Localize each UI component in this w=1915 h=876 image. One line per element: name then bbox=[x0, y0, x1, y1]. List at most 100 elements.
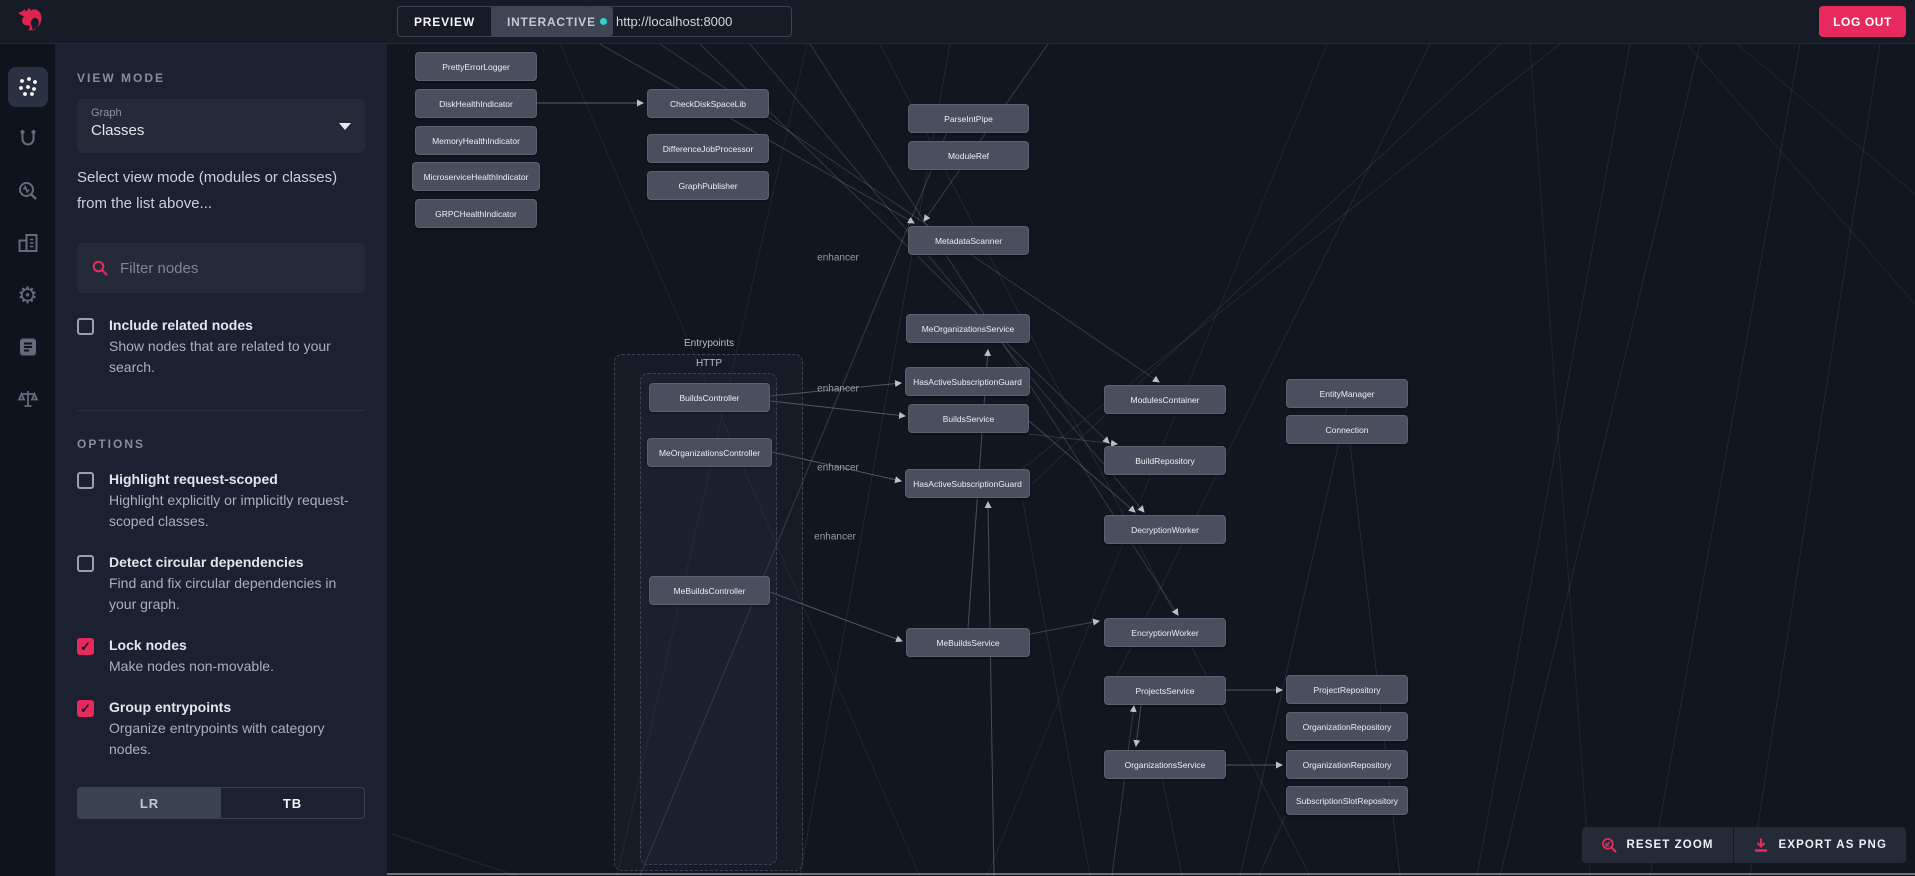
option-desc: Find and fix circular dependencies in yo… bbox=[109, 575, 337, 612]
search-insights-icon bbox=[18, 182, 37, 200]
graph-node[interactable]: GRPCHealthIndicator bbox=[415, 199, 537, 228]
options-heading: OPTIONS bbox=[77, 437, 146, 451]
graph-node[interactable]: MeBuildsService bbox=[906, 628, 1030, 657]
edge-label-enhancer: enhancer bbox=[817, 252, 859, 264]
graph-node[interactable]: ParseIntPipe bbox=[908, 104, 1029, 133]
graph-node[interactable]: ProjectsService bbox=[1104, 676, 1226, 705]
option-desc: Make nodes non-movable. bbox=[109, 658, 274, 674]
rail-item-routes[interactable] bbox=[8, 119, 48, 159]
include-related-title: Include related nodes bbox=[109, 317, 253, 333]
graph-node[interactable]: DifferenceJobProcessor bbox=[647, 134, 769, 163]
graph-node[interactable]: BuildRepository bbox=[1104, 446, 1226, 475]
graph-node[interactable]: GraphPublisher bbox=[647, 171, 769, 200]
edge-label-enhancer: enhancer bbox=[817, 462, 859, 474]
lock-nodes-checkbox[interactable]: ✓ bbox=[77, 638, 94, 655]
icon-rail: ⚙ bbox=[0, 44, 55, 876]
filter-nodes-box bbox=[77, 243, 365, 293]
graph-node[interactable]: BuildsController bbox=[649, 383, 770, 412]
filter-nodes-input[interactable] bbox=[120, 259, 350, 277]
graph-node[interactable]: PrettyErrorLogger bbox=[415, 52, 537, 81]
include-related-desc: Show nodes that are related to your sear… bbox=[109, 338, 331, 375]
export-png-label: EXPORT AS PNG bbox=[1778, 839, 1887, 851]
graph-node[interactable]: SubscriptionSlotRepository bbox=[1286, 786, 1408, 815]
canvas-baseline bbox=[387, 873, 1915, 875]
graph-node[interactable]: ProjectRepository bbox=[1286, 675, 1408, 704]
edge-label-enhancer: enhancer bbox=[817, 383, 859, 395]
graph-node[interactable]: DecryptionWorker bbox=[1104, 515, 1226, 544]
canvas-actions: RESET ZOOM EXPORT AS PNG bbox=[1581, 827, 1906, 863]
detect-circular-checkbox[interactable] bbox=[77, 555, 94, 572]
notes-icon bbox=[19, 338, 36, 356]
option-detect-circular: Detect circular dependencies Find and fi… bbox=[77, 552, 365, 615]
reset-zoom-label: RESET ZOOM bbox=[1626, 839, 1714, 851]
rail-item-settings[interactable]: ⚙ bbox=[8, 275, 48, 315]
option-desc: Organize entrypoints with category nodes… bbox=[109, 720, 325, 757]
graph-node[interactable]: DiskHealthIndicator bbox=[415, 89, 537, 118]
option-lock-nodes: ✓ Lock nodes Make nodes non-movable. bbox=[77, 635, 365, 677]
option-title: Lock nodes bbox=[109, 637, 187, 653]
graph-node[interactable]: HasActiveSubscriptionGuard bbox=[905, 367, 1030, 396]
view-mode-heading: VIEW MODE bbox=[77, 71, 166, 85]
option-title: Highlight request-scoped bbox=[109, 471, 278, 487]
url-display[interactable]: http://localhost:8000 bbox=[587, 6, 792, 37]
include-related-row: Include related nodes Show nodes that ar… bbox=[77, 315, 365, 378]
graph-node[interactable]: Connection bbox=[1286, 415, 1408, 444]
graph-view-icon bbox=[18, 77, 37, 96]
tab-preview[interactable]: PREVIEW bbox=[398, 7, 491, 36]
download-icon bbox=[1754, 838, 1767, 852]
graph-node[interactable]: ModuleRef bbox=[908, 141, 1029, 170]
graph-node[interactable]: MetadataScanner bbox=[908, 226, 1029, 255]
export-png-button[interactable]: EXPORT AS PNG bbox=[1732, 827, 1906, 863]
sidebar: VIEW MODE Graph Classes Select view mode… bbox=[55, 44, 387, 876]
graph-node[interactable]: EntityManager bbox=[1286, 379, 1408, 408]
graph-node[interactable]: OrganizationRepository bbox=[1286, 712, 1408, 741]
entrypoints-group-label: Entrypoints bbox=[683, 338, 735, 349]
graph-node[interactable]: OrganizationsService bbox=[1104, 750, 1226, 779]
layout-direction-toggle: LR TB bbox=[77, 787, 365, 819]
highlight-request-scoped-checkbox[interactable] bbox=[77, 472, 94, 489]
reset-zoom-button[interactable]: RESET ZOOM bbox=[1581, 827, 1733, 863]
option-title: Detect circular dependencies bbox=[109, 554, 304, 570]
rail-item-graph-view[interactable] bbox=[7, 67, 48, 107]
option-title: Group entrypoints bbox=[109, 699, 232, 715]
graph-node[interactable]: ModulesContainer bbox=[1104, 385, 1226, 414]
rail-item-notes[interactable] bbox=[8, 327, 48, 367]
direction-tb-button[interactable]: TB bbox=[221, 788, 364, 818]
logout-button[interactable]: LOG OUT bbox=[1819, 6, 1906, 37]
status-dot bbox=[600, 18, 607, 25]
option-group-entrypoints: ✓ Group entrypoints Organize entrypoints… bbox=[77, 697, 365, 760]
sidebar-divider bbox=[77, 410, 365, 411]
graph-node[interactable]: MeBuildsController bbox=[649, 576, 770, 605]
url-text: http://localhost:8000 bbox=[616, 14, 733, 29]
option-desc: Highlight explicitly or implicitly reque… bbox=[109, 492, 349, 529]
include-related-checkbox[interactable] bbox=[77, 318, 94, 335]
graph-node[interactable]: CheckDiskSpaceLib bbox=[647, 89, 769, 118]
scales-icon bbox=[17, 391, 38, 407]
nestjs-logo-icon bbox=[10, 5, 46, 41]
rail-item-organizations[interactable] bbox=[8, 223, 48, 263]
top-bar: PREVIEW INTERACTIVE http://localhost:800… bbox=[0, 0, 1915, 44]
graph-node[interactable]: MemoryHealthIndicator bbox=[415, 126, 537, 155]
edge-label-enhancer: enhancer bbox=[814, 531, 856, 543]
option-highlight-request-scoped: Highlight request-scoped Highlight expli… bbox=[77, 469, 365, 532]
graph-node[interactable]: BuildsService bbox=[908, 404, 1029, 433]
preview-mode-tabs: PREVIEW INTERACTIVE bbox=[397, 6, 613, 37]
zoom-reset-icon bbox=[1601, 838, 1617, 853]
group-entrypoints-checkbox[interactable]: ✓ bbox=[77, 700, 94, 717]
graph-node[interactable]: MeOrganizationsController bbox=[647, 438, 772, 467]
rail-item-inspect[interactable] bbox=[8, 171, 48, 211]
graph-node[interactable]: OrganizationRepository bbox=[1286, 750, 1408, 779]
route-icon bbox=[20, 130, 35, 146]
graph-canvas[interactable]: Entrypoints HTTP PrettyErrorLogger DiskHe… bbox=[387, 44, 1915, 876]
graph-node[interactable]: HasActiveSubscriptionGuard bbox=[905, 469, 1030, 498]
rail-item-legal[interactable] bbox=[8, 379, 48, 419]
graph-node[interactable]: MeOrganizationsService bbox=[906, 314, 1030, 343]
organization-icon bbox=[18, 234, 37, 252]
gear-icon: ⚙ bbox=[17, 281, 38, 308]
graph-node[interactable]: MicroserviceHealthIndicator bbox=[412, 162, 540, 191]
graph-mode-select[interactable]: Graph Classes bbox=[77, 99, 365, 153]
graph-node[interactable]: EncryptionWorker bbox=[1104, 618, 1226, 647]
dropdown-label: Graph bbox=[91, 107, 122, 119]
direction-lr-button[interactable]: LR bbox=[78, 788, 221, 818]
chevron-down-icon bbox=[339, 123, 351, 130]
